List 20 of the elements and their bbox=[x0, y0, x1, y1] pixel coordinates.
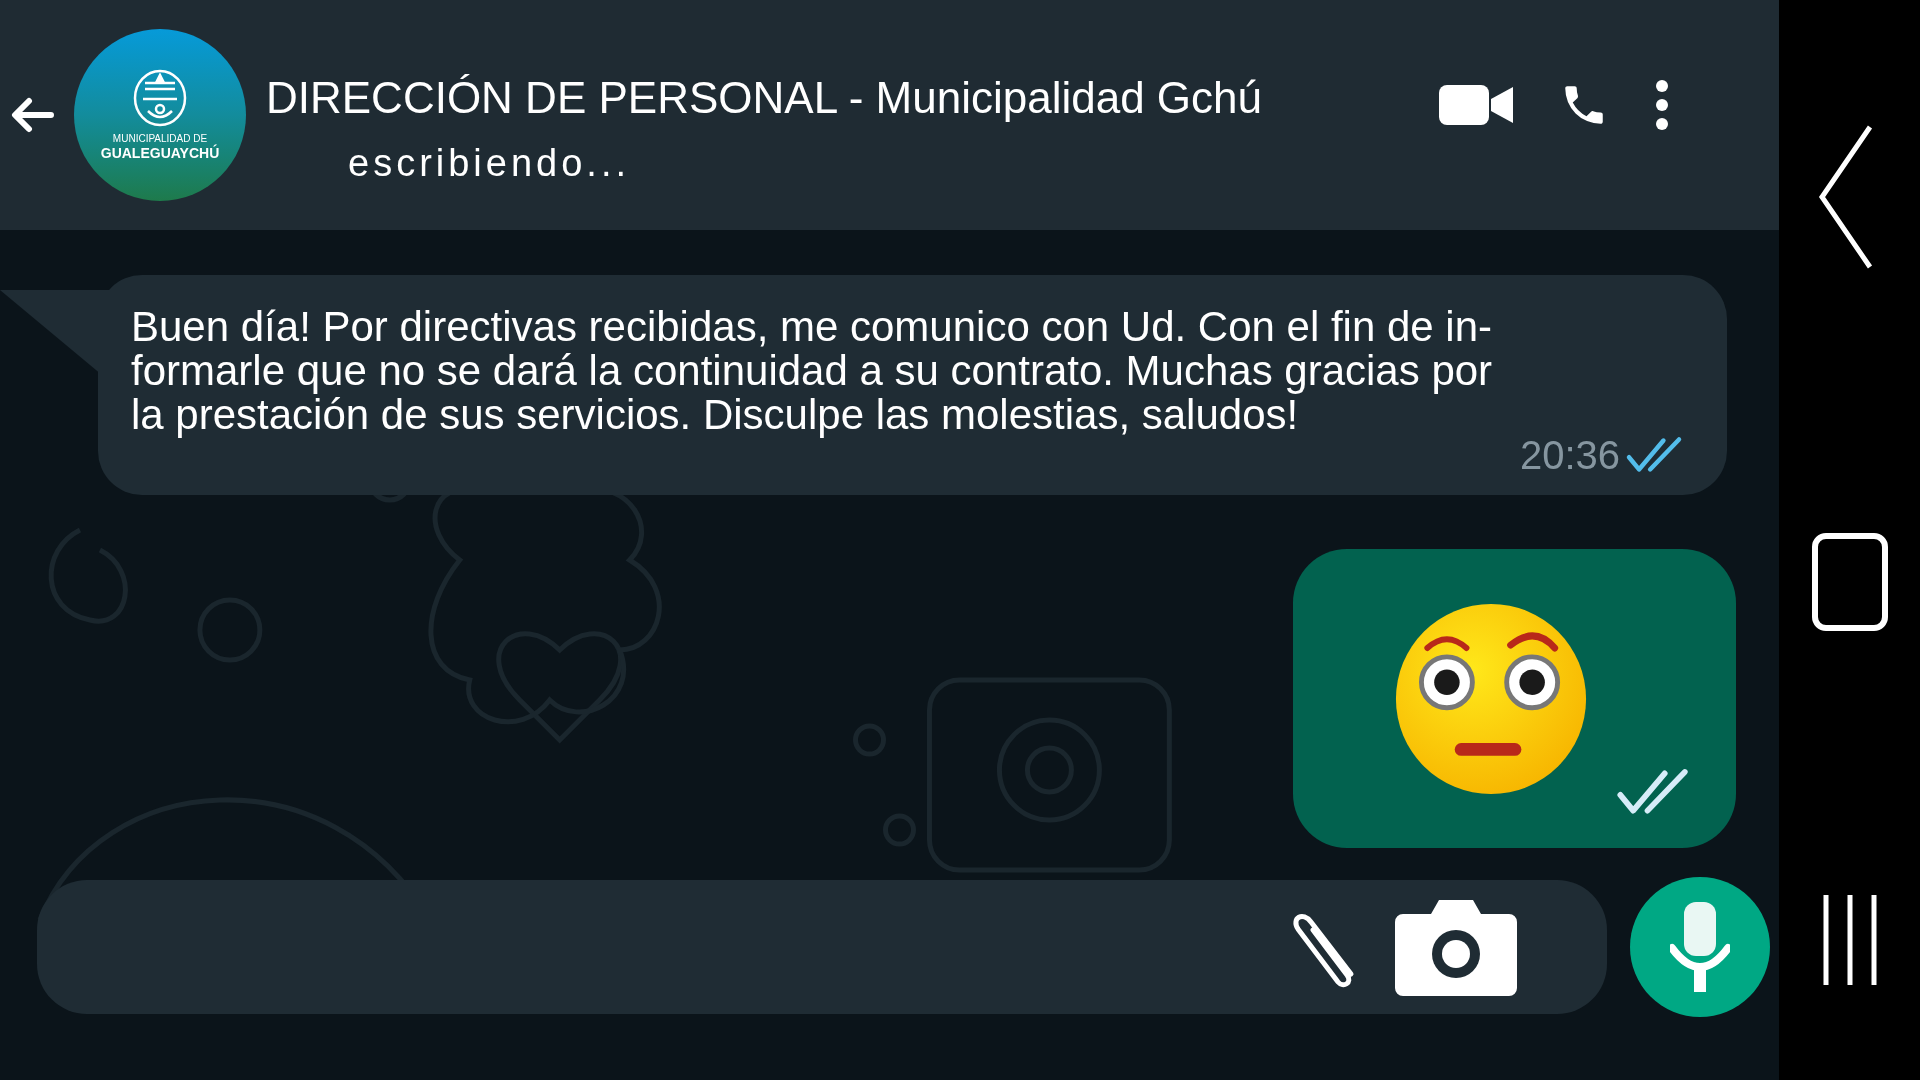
contact-name: DIRECCIÓN DE PERSONAL - Municipalidad Gchú bbox=[266, 72, 1262, 124]
coat-of-arms-icon bbox=[133, 69, 187, 127]
message-text: Buen día! Por directivas recibidas, me comunico con Ud. Con el fin de in- formarle que no se dará la continuidad a su contrato. Muchas gracias por la prestación de sus servicios. Disculpe las molestias, saludos! bbox=[131, 305, 1494, 437]
home-nav-button[interactable] bbox=[1811, 533, 1888, 631]
contact-avatar[interactable]: MUNICIPALIDAD DE GUALEGUAYCHÚ bbox=[74, 29, 246, 201]
camera-button[interactable] bbox=[1395, 898, 1517, 996]
camera-icon bbox=[1395, 898, 1517, 996]
avatar-caption: MUNICIPALIDAD DE bbox=[112, 133, 208, 144]
back-arrow-icon bbox=[11, 97, 55, 133]
microphone-icon bbox=[1670, 902, 1730, 992]
chevron-left-icon bbox=[1817, 125, 1874, 269]
video-call-button[interactable] bbox=[1439, 83, 1513, 127]
typing-status: escribiendo... bbox=[348, 141, 631, 186]
video-camera-icon bbox=[1439, 83, 1513, 127]
avatar-caption: GUALEGUAYCHÚ bbox=[100, 145, 220, 161]
back-nav-button[interactable] bbox=[1817, 125, 1874, 269]
message-input-field[interactable] bbox=[37, 880, 1607, 1014]
more-vertical-icon bbox=[1655, 79, 1669, 131]
menu-button[interactable] bbox=[1655, 79, 1669, 131]
message-time: 20:36 bbox=[1519, 433, 1620, 477]
